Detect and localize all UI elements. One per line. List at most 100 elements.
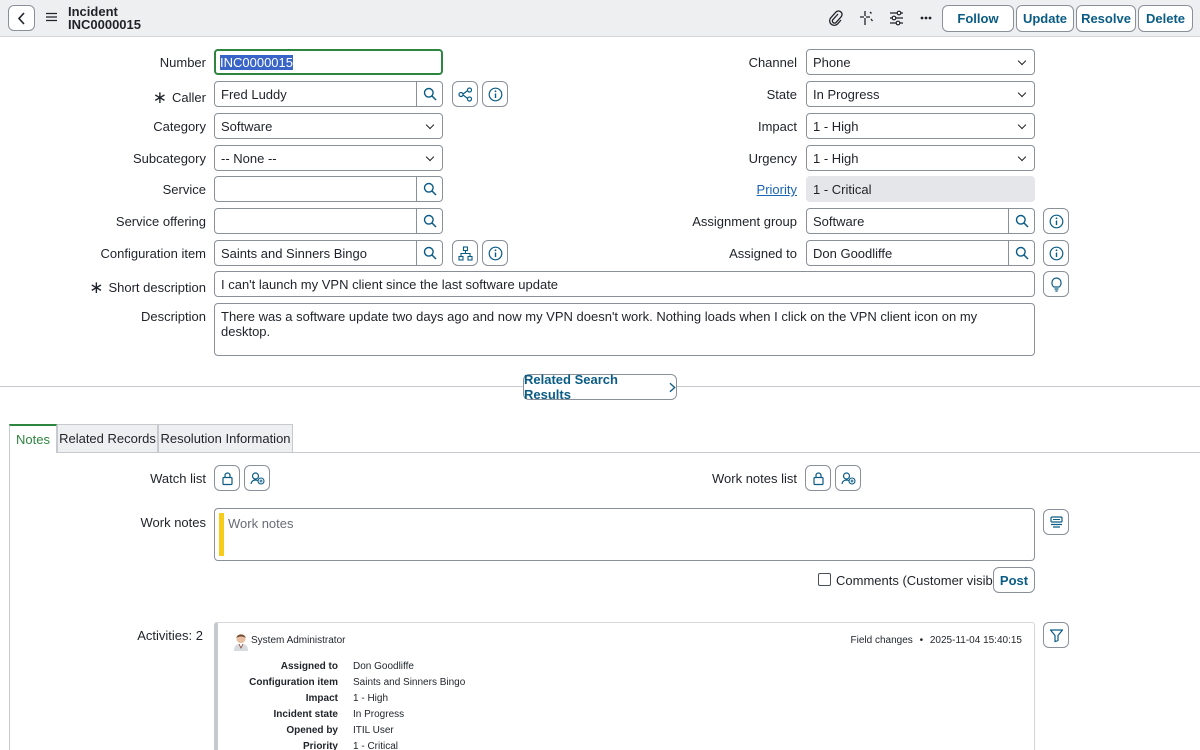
info-icon bbox=[488, 246, 503, 261]
number-field[interactable]: INC0000015 bbox=[214, 49, 443, 75]
work-notes-indicator bbox=[219, 513, 224, 556]
related-search-results-label: Related Search Results bbox=[524, 372, 618, 402]
change-label: Incident state bbox=[273, 709, 338, 720]
info-icon bbox=[1049, 246, 1064, 261]
assignment-group-lookup-button[interactable] bbox=[1008, 209, 1034, 233]
lock-icon bbox=[222, 472, 233, 486]
change-label: Priority bbox=[302, 741, 338, 750]
service-offering-field[interactable] bbox=[214, 208, 443, 234]
hamburger-menu-icon[interactable] bbox=[46, 12, 57, 22]
number-label: Number bbox=[159, 55, 206, 70]
tab-resolution-information[interactable]: Resolution Information bbox=[158, 424, 293, 452]
caller-field[interactable]: Fred Luddy bbox=[214, 81, 443, 107]
configuration-item-field[interactable]: Saints and Sinners Bingo bbox=[214, 240, 443, 266]
service-lookup-button[interactable] bbox=[416, 177, 442, 201]
resolve-button[interactable]: Resolve bbox=[1076, 5, 1136, 32]
service-offering-lookup-button[interactable] bbox=[416, 209, 442, 233]
settings-sliders-icon[interactable] bbox=[889, 10, 904, 26]
chevron-left-icon bbox=[17, 12, 25, 25]
update-button[interactable]: Update bbox=[1016, 5, 1074, 32]
related-search-results-button[interactable]: Related Search Results bbox=[523, 372, 677, 402]
change-row: Configuration item Saints and Sinners Bin… bbox=[218, 677, 618, 693]
add-user-icon bbox=[250, 472, 265, 485]
urgency-select[interactable]: 1 - High bbox=[806, 145, 1035, 171]
change-value: 1 - High bbox=[353, 693, 389, 704]
work-notes-list-label: Work notes list bbox=[711, 471, 797, 486]
description-field[interactable]: There was a software update two days ago… bbox=[214, 303, 1035, 356]
activity-separator: • bbox=[919, 635, 924, 646]
caller-value: Fred Luddy bbox=[221, 87, 287, 102]
follow-button[interactable]: Follow bbox=[942, 5, 1014, 32]
change-row: Priority 1 - Critical bbox=[218, 741, 618, 750]
delete-button[interactable]: Delete bbox=[1138, 5, 1193, 32]
filter-funnel-icon bbox=[1049, 629, 1064, 643]
caller-related-button[interactable] bbox=[452, 81, 478, 107]
priority-link[interactable]: Priority bbox=[757, 182, 797, 197]
state-select[interactable]: In Progress bbox=[806, 81, 1035, 107]
assigned-to-info-button[interactable] bbox=[1043, 240, 1069, 266]
search-icon bbox=[423, 246, 437, 260]
info-icon bbox=[1049, 214, 1064, 229]
info-icon bbox=[488, 87, 503, 102]
search-icon bbox=[423, 87, 437, 101]
change-value: 1 - Critical bbox=[353, 741, 399, 750]
description-label: Description bbox=[140, 309, 206, 324]
suggestion-button[interactable] bbox=[1043, 271, 1069, 297]
assignment-group-value: Software bbox=[813, 214, 865, 229]
subcategory-select[interactable]: -- None -- bbox=[214, 145, 443, 171]
activity-filter-button[interactable] bbox=[1043, 622, 1069, 648]
work-notes-list-add-me-button[interactable] bbox=[835, 465, 861, 491]
work-notes-textarea[interactable]: Work notes bbox=[214, 508, 1035, 561]
activity-type: Field changes bbox=[850, 635, 913, 646]
change-label: Impact bbox=[305, 693, 338, 704]
assignment-group-info-button[interactable] bbox=[1043, 208, 1069, 234]
tab-related-records[interactable]: Related Records bbox=[57, 424, 158, 452]
add-user-icon bbox=[841, 472, 856, 485]
caller-lookup-button[interactable] bbox=[416, 82, 442, 106]
ci-dependency-map-button[interactable] bbox=[452, 240, 478, 266]
assignment-group-field[interactable]: Software bbox=[806, 208, 1035, 234]
watch-list-add-me-button[interactable] bbox=[244, 465, 270, 491]
caller-label: Caller bbox=[153, 87, 206, 107]
work-notes-placeholder: Work notes bbox=[228, 516, 294, 531]
short-description-field[interactable]: I can't launch my VPN client since the l… bbox=[214, 271, 1035, 297]
service-offering-label: Service offering bbox=[115, 214, 206, 229]
subcategory-label: Subcategory bbox=[133, 151, 206, 166]
work-notes-list-lock-button[interactable] bbox=[805, 465, 831, 491]
caller-info-button[interactable] bbox=[482, 81, 508, 107]
post-button[interactable]: Post bbox=[993, 567, 1035, 593]
activity-timestamp: 2025-11-04 15:40:15 bbox=[929, 635, 1022, 646]
activity-user: System Administrator bbox=[251, 635, 346, 646]
channel-select[interactable]: Phone bbox=[806, 49, 1035, 75]
assigned-to-value: Don Goodliffe bbox=[813, 246, 893, 261]
ci-info-button[interactable] bbox=[482, 240, 508, 266]
urgency-label: Urgency bbox=[748, 151, 797, 166]
assignment-group-label: Assignment group bbox=[692, 214, 797, 229]
search-icon bbox=[423, 214, 437, 228]
change-value: ITIL User bbox=[353, 725, 394, 736]
change-label: Assigned to bbox=[280, 661, 338, 672]
chevron-right-icon bbox=[669, 382, 676, 392]
category-select[interactable]: Software bbox=[214, 113, 443, 139]
comments-checkbox[interactable] bbox=[818, 573, 831, 586]
impact-select[interactable]: 1 - High bbox=[806, 113, 1035, 139]
activities-count: Activities: 2 bbox=[137, 628, 203, 643]
template-stack-icon bbox=[1050, 516, 1063, 528]
templates-button[interactable] bbox=[1043, 509, 1069, 535]
watch-list-lock-button[interactable] bbox=[214, 465, 240, 491]
back-button[interactable] bbox=[8, 5, 35, 31]
service-field[interactable] bbox=[214, 176, 443, 202]
sparkle-icon[interactable] bbox=[859, 10, 874, 26]
change-row: Incident state In Progress bbox=[218, 709, 618, 725]
configuration-item-lookup-button[interactable] bbox=[416, 241, 442, 265]
lock-icon bbox=[813, 472, 824, 486]
search-icon bbox=[423, 182, 437, 196]
state-label: State bbox=[766, 87, 797, 102]
more-options-icon[interactable] bbox=[920, 16, 932, 20]
change-value: Don Goodliffe bbox=[353, 661, 414, 672]
paperclip-icon[interactable] bbox=[829, 10, 843, 26]
tab-notes[interactable]: Notes bbox=[9, 424, 57, 453]
service-label: Service bbox=[162, 182, 206, 197]
assigned-to-field[interactable]: Don Goodliffe bbox=[806, 240, 1035, 266]
assigned-to-lookup-button[interactable] bbox=[1008, 241, 1034, 265]
